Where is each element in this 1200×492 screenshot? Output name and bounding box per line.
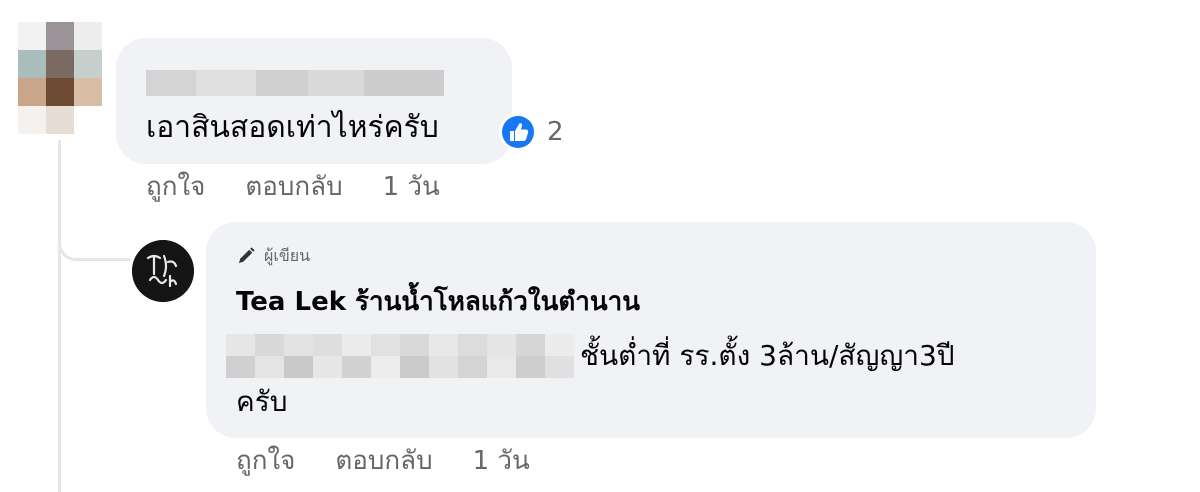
comment-actions: ถูกใจ ตอบกลับ 1 วัน: [146, 170, 480, 204]
reaction-count[interactable]: 2: [547, 116, 564, 148]
reply-text-line-1: ชั้นต่ำที่ รร.ตั้ง 3ล้าน/สัญญา3ปี: [580, 339, 955, 372]
pencil-icon: [236, 246, 256, 266]
like-button[interactable]: ถูกใจ: [146, 170, 205, 204]
reply-actions: ถูกใจ ตอบกลับ 1 วัน: [236, 444, 570, 478]
page-avatar[interactable]: [132, 240, 194, 302]
like-thumb-icon: [499, 113, 537, 151]
reply-reply-button[interactable]: ตอบกลับ: [335, 444, 432, 478]
like-reaction-icon[interactable]: [496, 112, 540, 152]
reply-author-name[interactable]: Tea Lek ร้านน้ำโหลแก้วในตำนาน: [236, 284, 640, 320]
reply-text-line-2: ครับ: [236, 385, 288, 418]
comment-thread: เอาสินสอดเท่าไหร่ครับ 2 ถูกใจ ตอบกลับ 1 …: [0, 0, 1200, 492]
reply-bubble: [206, 222, 1096, 438]
reply-timestamp[interactable]: 1 วัน: [473, 444, 530, 478]
mention-redacted[interactable]: [226, 334, 574, 378]
comment-text: เอาสินสอดเท่าไหร่ครับ: [146, 110, 439, 145]
commenter-name-redacted[interactable]: [146, 70, 444, 96]
reply-button[interactable]: ตอบกลับ: [245, 170, 342, 204]
thread-branch-line: [58, 225, 130, 261]
thread-line: [58, 140, 61, 492]
commenter-avatar[interactable]: [18, 22, 102, 134]
author-badge: ผู้เขียน: [236, 244, 310, 268]
page-logo-icon: [132, 240, 194, 302]
reply-like-button[interactable]: ถูกใจ: [236, 444, 295, 478]
author-badge-label: ผู้เขียน: [264, 246, 311, 265]
comment-timestamp[interactable]: 1 วัน: [383, 170, 440, 204]
